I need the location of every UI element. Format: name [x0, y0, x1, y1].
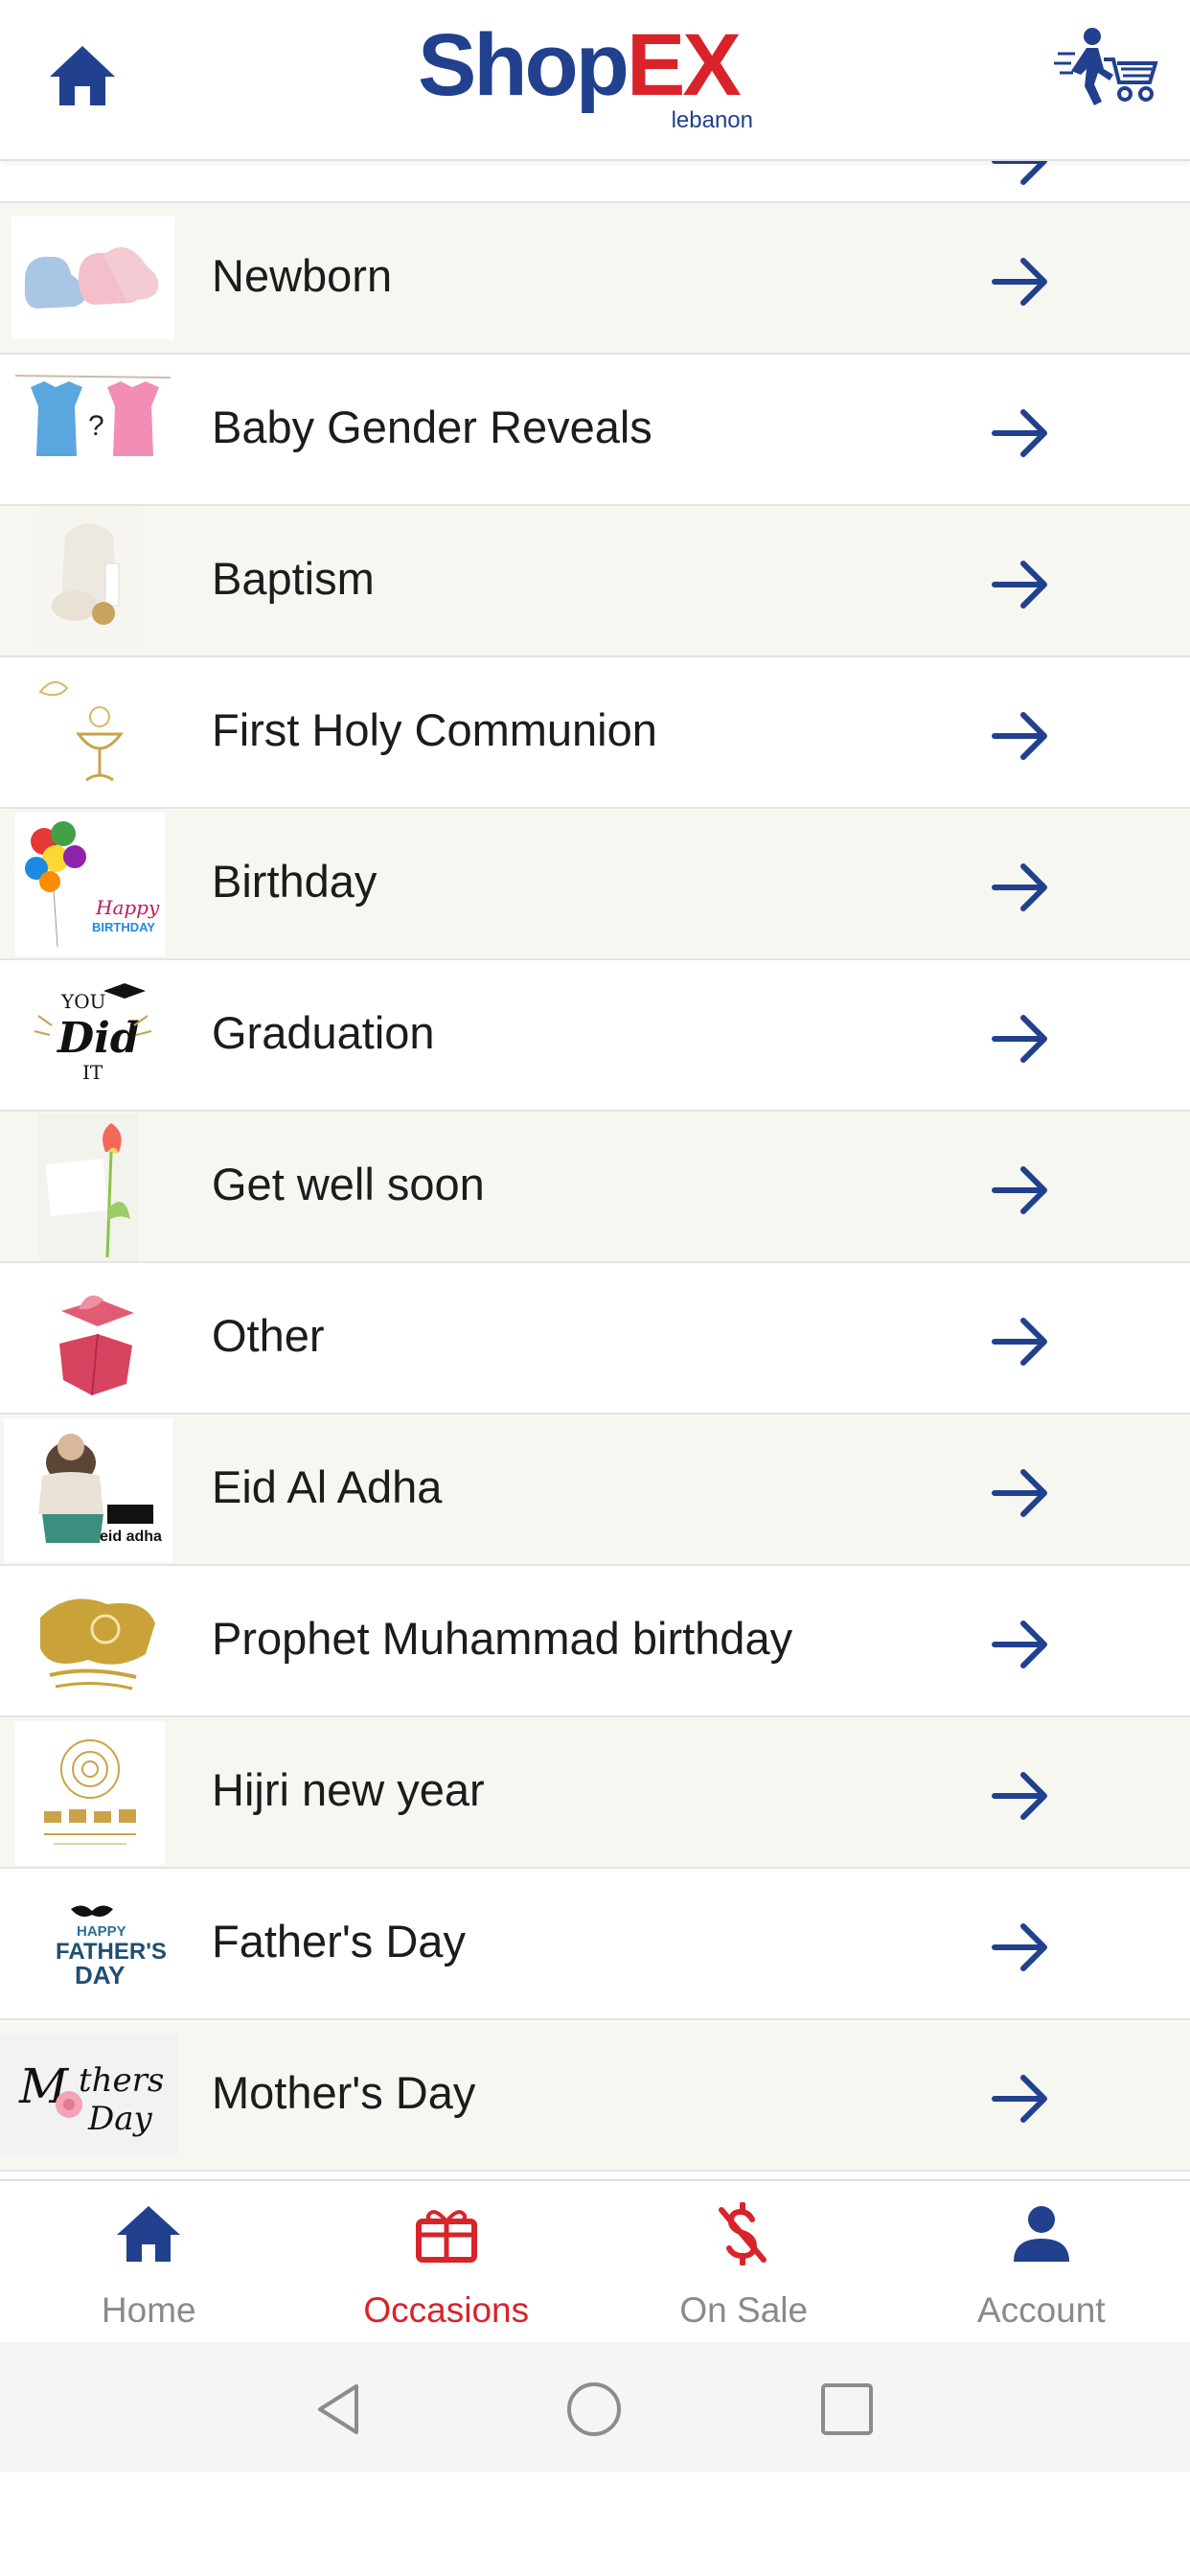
no-dollar-icon	[719, 2202, 767, 2266]
arrow-right-icon	[992, 561, 1047, 609]
list-item-birthday[interactable]: Happy BIRTHDAY Birthday	[0, 809, 1190, 960]
svg-text:Day: Day	[87, 2100, 153, 2138]
thumb-eid-illustration: eid adha	[4, 1418, 172, 1562]
nav-account[interactable]: Account	[893, 2181, 1190, 2342]
recents-icon[interactable]	[818, 2380, 876, 2438]
occasion-label: Mother's Day	[212, 2067, 476, 2118]
svg-text:Did: Did	[56, 1014, 140, 1063]
back-icon[interactable]	[310, 2380, 368, 2438]
screen-bottom-area	[0, 2472, 1190, 2576]
list-item-graduation[interactable]: YOU Did IT Graduation	[0, 960, 1190, 1112]
system-navigation-bar	[0, 2342, 1190, 2472]
list-item-get-well-soon[interactable]: Get well soon	[0, 1112, 1190, 1263]
arrow-right-icon	[992, 1166, 1047, 1214]
header-home-button[interactable]	[46, 42, 119, 109]
gift-icon	[415, 2210, 477, 2263]
thumb-hijri-mandala	[15, 1721, 165, 1865]
thumb-baby-booties	[11, 217, 174, 339]
occasion-label: Baby Gender Reveals	[212, 402, 652, 452]
svg-text:DAY: DAY	[75, 1961, 126, 1990]
occasion-label: First Holy Communion	[212, 704, 657, 755]
occasion-label: Father's Day	[212, 1916, 466, 1966]
list-item-eid-al-adha[interactable]: eid adha Eid Al Adha	[0, 1414, 1190, 1566]
arrow-right-icon	[992, 1318, 1047, 1366]
thumb-baptism-set	[36, 506, 142, 650]
arrow-right-icon	[992, 1772, 1047, 1820]
shopex-logo[interactable]: ShopEX lebanon	[418, 21, 772, 134]
svg-text:HAPPY: HAPPY	[77, 1923, 126, 1940]
home-icon	[50, 46, 115, 105]
thumb-gift-box	[11, 1276, 174, 1399]
list-item-mothers-day[interactable]: M thers Day Mother's Day	[0, 2020, 1190, 2172]
svg-text:BIRTHDAY: BIRTHDAY	[92, 920, 155, 934]
logo-accent-text: EX	[626, 16, 742, 114]
home-circle-icon[interactable]	[565, 2380, 623, 2438]
thumb-fathers-day-text: HAPPY FATHER'S DAY	[11, 1882, 174, 2005]
bottom-navigation: Home Occasions On Sale Account	[0, 2179, 1190, 2342]
arrow-right-icon	[992, 712, 1047, 760]
arrow-right-icon	[992, 409, 1047, 457]
app-header: ShopEX lebanon	[0, 0, 1190, 161]
home-icon	[117, 2206, 181, 2262]
nav-account-label: Account	[976, 2290, 1106, 2330]
thumb-you-did-it: YOU Did IT	[11, 974, 174, 1096]
thumb-communion-chalice	[11, 671, 174, 794]
list-item-baby-gender-reveals[interactable]: ? Baby Gender Reveals	[0, 355, 1190, 506]
list-item-hijri-new-year[interactable]: Hijri new year	[0, 1717, 1190, 1869]
occasion-label: Newborn	[212, 250, 393, 301]
arrow-right-icon	[992, 863, 1047, 911]
list-item-baptism[interactable]: Baptism	[0, 506, 1190, 657]
arrow-right-icon	[992, 161, 1047, 185]
occasion-label: Birthday	[212, 856, 378, 907]
arrow-right-icon	[992, 1015, 1047, 1063]
occasion-label: Graduation	[212, 1007, 435, 1058]
list-item-fathers-day[interactable]: HAPPY FATHER'S DAY Father's Day	[0, 1869, 1190, 2020]
thumb-birthday-balloons: Happy BIRTHDAY	[15, 813, 165, 956]
nav-on-sale[interactable]: On Sale	[595, 2181, 893, 2342]
list-item-other[interactable]: Other	[0, 1263, 1190, 1414]
svg-text:thers: thers	[79, 2061, 164, 2100]
list-item-prophet-muhammad-birthday[interactable]: Prophet Muhammad birthday	[0, 1566, 1190, 1717]
list-item-newborn[interactable]: Newborn	[0, 203, 1190, 355]
cart-button[interactable]	[1054, 25, 1159, 111]
svg-text:IT: IT	[82, 1061, 103, 1084]
nav-home-label: Home	[101, 2290, 196, 2330]
delivery-cart-icon	[1054, 28, 1158, 105]
occasion-label: Baptism	[212, 553, 375, 604]
svg-text:YOU: YOU	[60, 990, 105, 1013]
thumb-tulip-card	[38, 1114, 138, 1261]
logo-main-text: Shop	[418, 16, 629, 114]
list-item-first-holy-communion[interactable]: First Holy Communion	[0, 657, 1190, 809]
nav-occasions[interactable]: Occasions	[298, 2181, 596, 2342]
occasions-list[interactable]: Newborn ? Baby Gender Reveals Baptism Fi…	[0, 161, 1190, 2179]
occasion-label: Hijri new year	[212, 1764, 485, 1815]
occasion-label: Eid Al Adha	[212, 1461, 443, 1512]
thumb-baby-onesies: ?	[11, 368, 174, 491]
arrow-right-icon	[992, 1469, 1047, 1517]
arrow-right-icon	[992, 1923, 1047, 1971]
list-item-partial[interactable]	[0, 161, 1190, 203]
occasion-label: Prophet Muhammad birthday	[212, 1613, 793, 1664]
nav-occasions-label: Occasions	[363, 2290, 530, 2330]
svg-text:Happy: Happy	[95, 896, 160, 919]
arrow-right-icon	[992, 2075, 1047, 2123]
nav-home[interactable]: Home	[0, 2181, 298, 2342]
nav-on-sale-label: On Sale	[679, 2290, 809, 2330]
occasion-label: Get well soon	[212, 1159, 485, 1209]
arrow-right-icon	[992, 258, 1047, 306]
person-icon	[1013, 2206, 1069, 2262]
svg-text:?: ?	[88, 410, 104, 442]
occasion-label: Other	[212, 1310, 325, 1361]
thumb-gold-calligraphy	[11, 1579, 174, 1702]
svg-text:eid adha: eid adha	[100, 1529, 162, 1545]
thumb-mothers-day-text: M thers Day	[0, 2034, 178, 2156]
arrow-right-icon	[992, 1621, 1047, 1668]
logo-subtitle: lebanon	[671, 107, 753, 133]
